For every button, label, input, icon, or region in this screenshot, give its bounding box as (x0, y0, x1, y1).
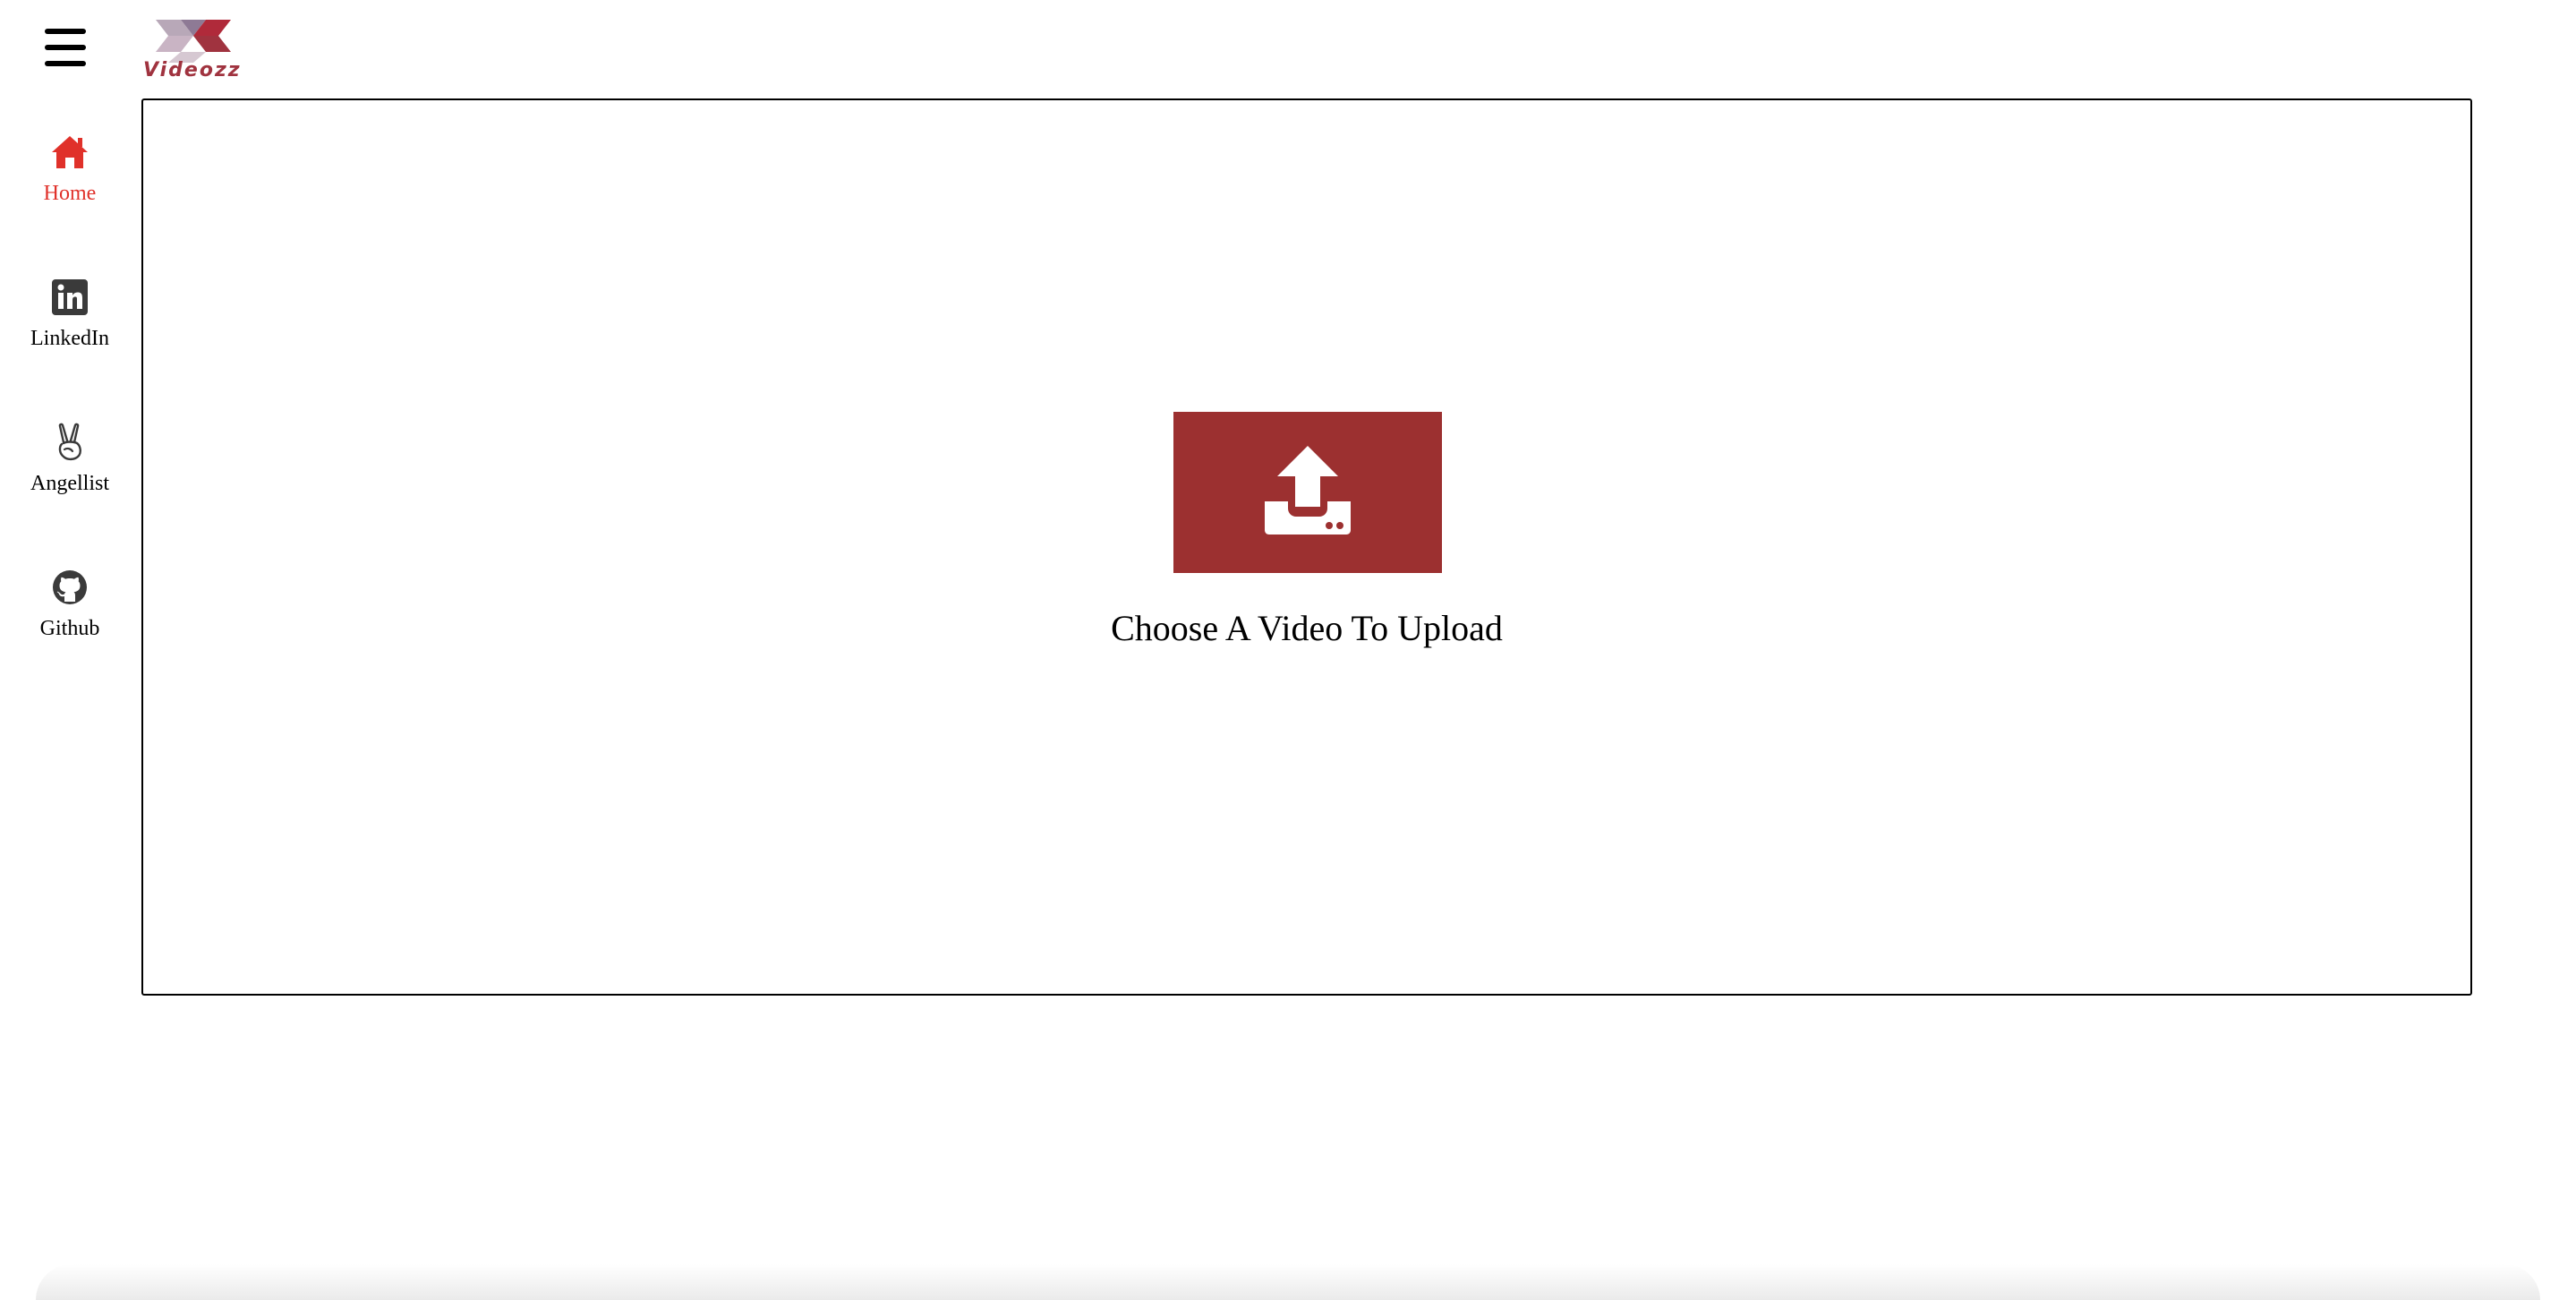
app-logo[interactable]: Videozz (138, 16, 243, 84)
sidebar-item-label: Github (39, 617, 100, 640)
upload-caption[interactable]: Choose A Video To Upload (143, 607, 2470, 650)
upload-button[interactable] (1173, 412, 1442, 573)
hamburger-menu-icon[interactable] (45, 29, 86, 66)
logo-text: Videozz (143, 59, 242, 81)
sidebar: Home LinkedIn Angellist Github (0, 125, 140, 706)
linkedin-icon (50, 278, 90, 317)
upload-icon (1261, 444, 1354, 542)
home-icon (50, 133, 90, 172)
bottom-bar-shadow (36, 1264, 2540, 1300)
upload-dropzone[interactable]: Choose A Video To Upload (141, 98, 2472, 996)
sidebar-item-home[interactable]: Home (0, 125, 140, 270)
app-window: Videozz Home LinkedIn Angellist Github C… (0, 0, 2576, 1300)
sidebar-item-github[interactable]: Github (0, 560, 140, 706)
angellist-icon (50, 423, 90, 462)
sidebar-item-label: LinkedIn (30, 327, 109, 350)
menu-bar (45, 61, 86, 66)
sidebar-item-linkedin[interactable]: LinkedIn (0, 270, 140, 415)
github-icon (50, 568, 90, 607)
menu-bar (45, 29, 86, 34)
sidebar-item-label: Angellist (30, 472, 109, 495)
menu-bar (45, 45, 86, 50)
sidebar-item-angellist[interactable]: Angellist (0, 415, 140, 560)
sidebar-item-label: Home (43, 182, 97, 205)
